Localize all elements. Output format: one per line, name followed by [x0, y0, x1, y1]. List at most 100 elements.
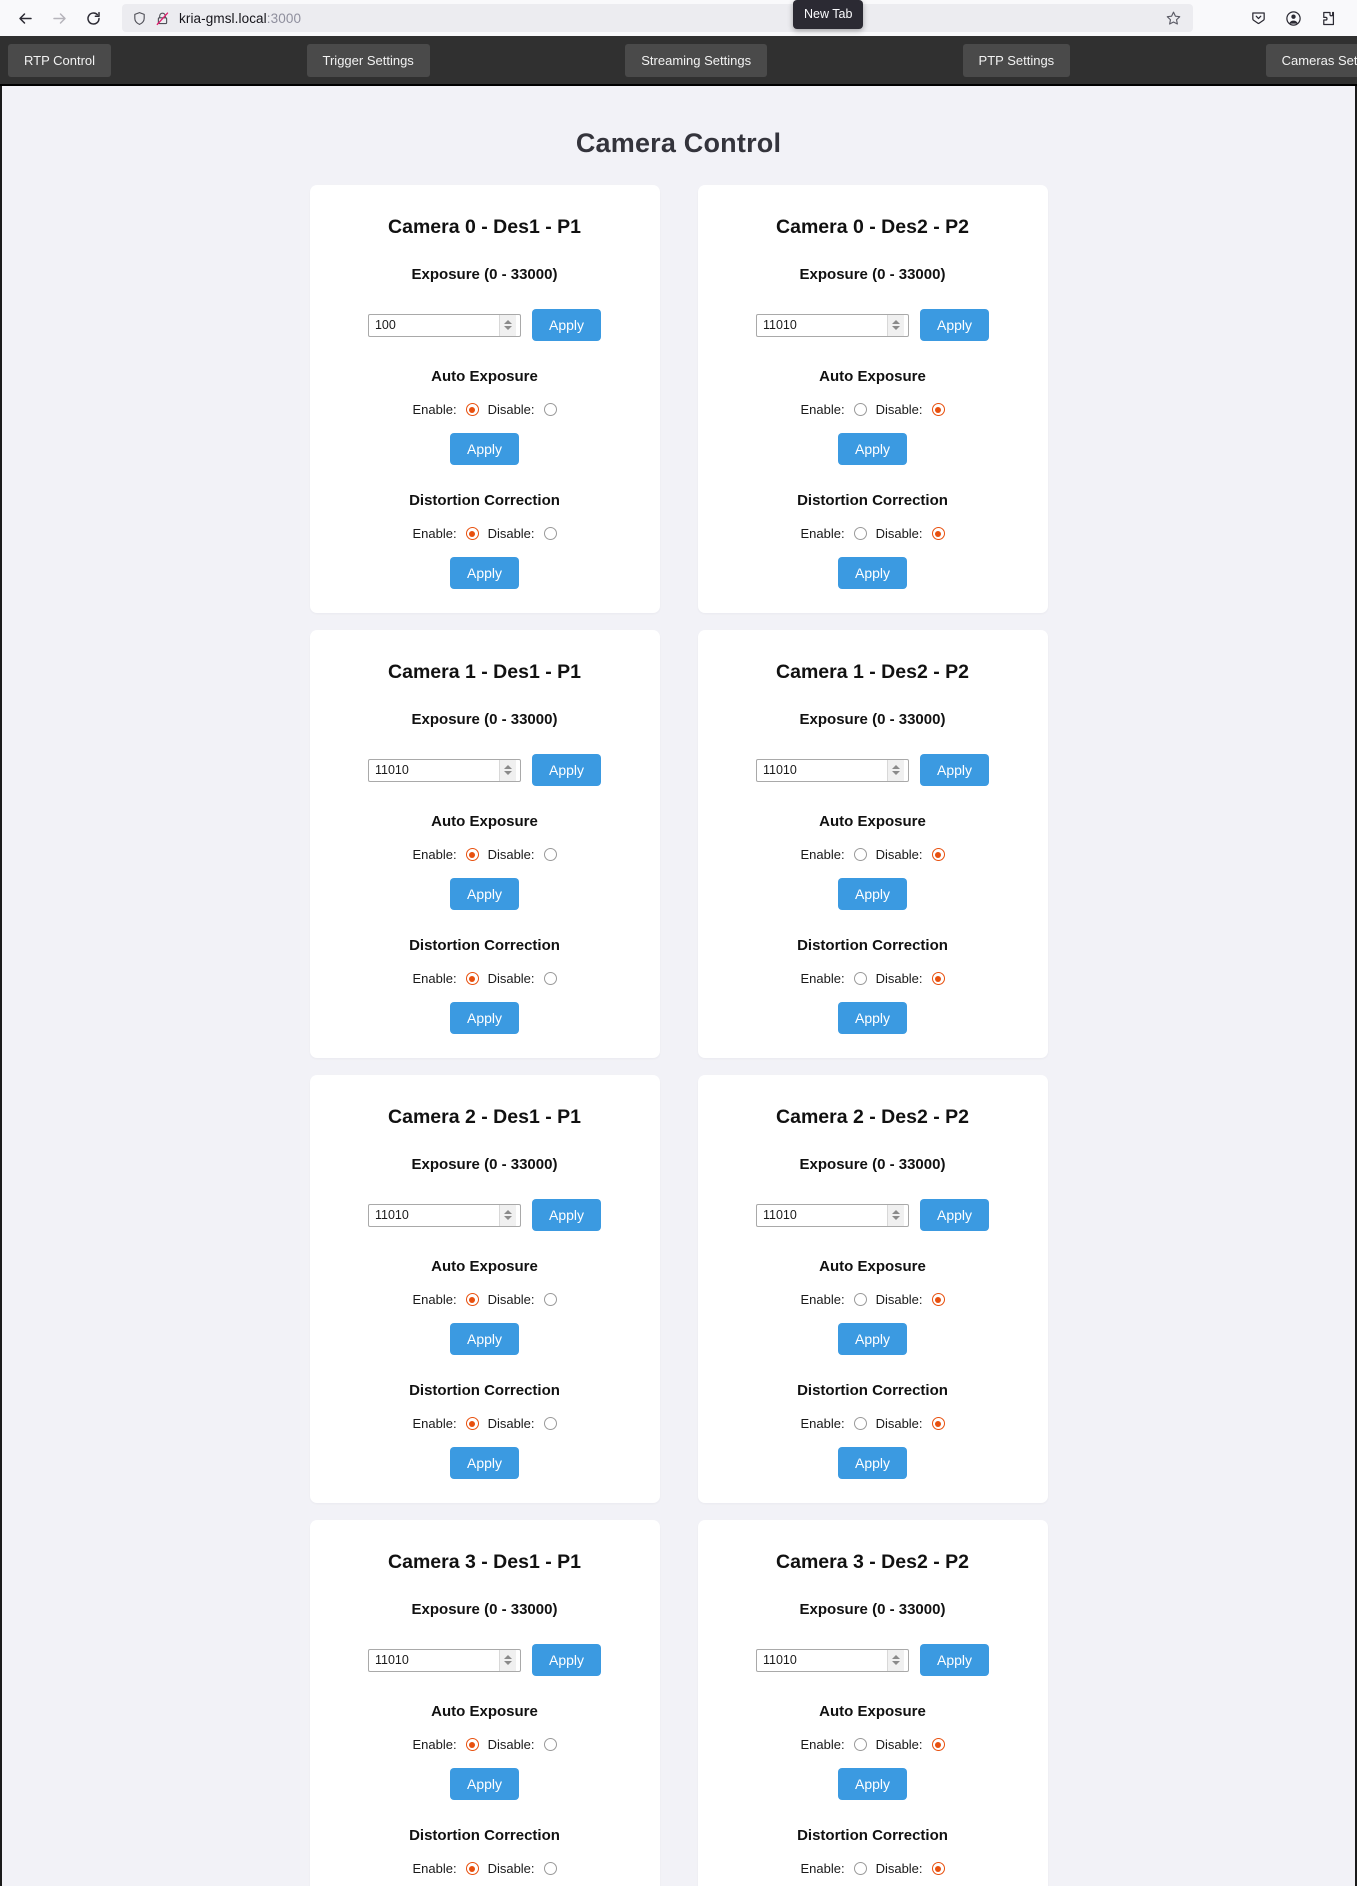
auto-exposure-disable-radio[interactable] [931, 403, 945, 416]
auto-exposure-apply-button[interactable]: Apply [449, 1768, 520, 1800]
back-icon[interactable] [10, 4, 40, 32]
exposure-input[interactable]: 11010 [755, 758, 909, 782]
stepper-down-icon[interactable] [891, 1216, 900, 1220]
exposure-apply-button[interactable]: Apply [531, 754, 602, 786]
exposure-apply-button[interactable]: Apply [531, 1644, 602, 1676]
exposure-input[interactable]: 11010 [755, 313, 909, 337]
nav-item-rtp-control[interactable]: RTP Control [8, 43, 112, 77]
distortion-disable-radio[interactable] [543, 1417, 557, 1430]
distortion-apply-button[interactable]: Apply [449, 1002, 520, 1034]
stepper-up-icon[interactable] [503, 320, 512, 324]
auto-exposure-enable-radio[interactable] [853, 1293, 867, 1306]
auto-exposure-disable-radio[interactable] [543, 848, 557, 861]
stepper-down-icon[interactable] [503, 1661, 512, 1665]
auto-exposure-disable-radio[interactable] [543, 1293, 557, 1306]
distortion-enable-radio[interactable] [853, 1417, 867, 1430]
lock-crossed-insecure-icon[interactable] [155, 11, 170, 26]
auto-exposure-enable-radio[interactable] [465, 1738, 479, 1751]
auto-exposure-apply-button[interactable]: Apply [837, 1768, 908, 1800]
exposure-input[interactable]: 11010 [367, 1648, 521, 1672]
distortion-apply-button[interactable]: Apply [449, 557, 520, 589]
stepper-down-icon[interactable] [891, 1661, 900, 1665]
star-icon[interactable] [1161, 6, 1185, 30]
stepper-up-icon[interactable] [503, 1655, 512, 1659]
exposure-input[interactable]: 100 [367, 313, 521, 337]
distortion-enable-radio[interactable] [465, 972, 479, 985]
exposure-apply-button[interactable]: Apply [919, 1199, 990, 1231]
auto-exposure-enable-radio[interactable] [853, 1738, 867, 1751]
stepper-up-icon[interactable] [891, 320, 900, 324]
exposure-stepper[interactable] [498, 1649, 516, 1671]
exposure-input[interactable]: 11010 [755, 1203, 909, 1227]
distortion-disable-radio[interactable] [543, 1862, 557, 1875]
distortion-apply-button[interactable]: Apply [837, 1447, 908, 1479]
exposure-input[interactable]: 11010 [367, 758, 521, 782]
distortion-disable-radio[interactable] [931, 972, 945, 985]
exposure-apply-button[interactable]: Apply [531, 309, 602, 341]
stepper-down-icon[interactable] [503, 771, 512, 775]
auto-exposure-disable-radio[interactable] [931, 848, 945, 861]
exposure-stepper[interactable] [886, 759, 904, 781]
exposure-stepper[interactable] [498, 759, 516, 781]
extensions-icon[interactable] [1315, 5, 1341, 31]
stepper-up-icon[interactable] [891, 1655, 900, 1659]
stepper-up-icon[interactable] [891, 765, 900, 769]
auto-exposure-enable-radio[interactable] [853, 403, 867, 416]
distortion-disable-radio[interactable] [931, 527, 945, 540]
distortion-disable-radio[interactable] [543, 972, 557, 985]
auto-exposure-apply-button[interactable]: Apply [837, 878, 908, 910]
exposure-stepper[interactable] [886, 314, 904, 336]
stepper-down-icon[interactable] [503, 1216, 512, 1220]
nav-item-cameras-settings[interactable]: Cameras Settings [1265, 43, 1357, 77]
exposure-input[interactable]: 11010 [367, 1203, 521, 1227]
reload-icon[interactable] [78, 4, 108, 32]
distortion-disable-radio[interactable] [931, 1417, 945, 1430]
auto-exposure-apply-button[interactable]: Apply [837, 1323, 908, 1355]
distortion-enable-radio[interactable] [465, 527, 479, 540]
distortion-apply-button[interactable]: Apply [837, 1002, 908, 1034]
auto-exposure-apply-button[interactable]: Apply [837, 433, 908, 465]
auto-exposure-enable-radio[interactable] [465, 848, 479, 861]
url-bar[interactable]: kria-gmsl.local:3000 [122, 4, 1193, 32]
exposure-stepper[interactable] [498, 314, 516, 336]
auto-exposure-disable-radio[interactable] [543, 1738, 557, 1751]
exposure-input[interactable]: 11010 [755, 1648, 909, 1672]
exposure-stepper[interactable] [886, 1649, 904, 1671]
stepper-down-icon[interactable] [891, 326, 900, 330]
stepper-up-icon[interactable] [891, 1210, 900, 1214]
nav-item-ptp-settings[interactable]: PTP Settings [962, 43, 1071, 77]
stepper-up-icon[interactable] [503, 765, 512, 769]
forward-icon[interactable] [44, 4, 74, 32]
auto-exposure-disable-radio[interactable] [931, 1738, 945, 1751]
shield-icon[interactable] [132, 11, 147, 26]
distortion-apply-button[interactable]: Apply [449, 1447, 520, 1479]
downloads-icon[interactable] [1245, 5, 1271, 31]
distortion-apply-button[interactable]: Apply [837, 557, 908, 589]
nav-item-trigger-settings[interactable]: Trigger Settings [306, 43, 430, 77]
exposure-apply-button[interactable]: Apply [919, 309, 990, 341]
auto-exposure-apply-button[interactable]: Apply [449, 878, 520, 910]
stepper-down-icon[interactable] [503, 326, 512, 330]
auto-exposure-enable-radio[interactable] [853, 848, 867, 861]
exposure-apply-button[interactable]: Apply [919, 754, 990, 786]
distortion-enable-radio[interactable] [853, 1862, 867, 1875]
distortion-enable-radio[interactable] [853, 527, 867, 540]
nav-item-streaming-settings[interactable]: Streaming Settings [625, 43, 768, 77]
distortion-disable-radio[interactable] [543, 527, 557, 540]
account-icon[interactable] [1280, 5, 1306, 31]
auto-exposure-enable-radio[interactable] [465, 1293, 479, 1306]
exposure-apply-button[interactable]: Apply [531, 1199, 602, 1231]
auto-exposure-enable-radio[interactable] [465, 403, 479, 416]
distortion-disable-radio[interactable] [931, 1862, 945, 1875]
exposure-stepper[interactable] [498, 1204, 516, 1226]
stepper-down-icon[interactable] [891, 771, 900, 775]
distortion-enable-radio[interactable] [465, 1417, 479, 1430]
auto-exposure-disable-radio[interactable] [931, 1293, 945, 1306]
stepper-up-icon[interactable] [503, 1210, 512, 1214]
auto-exposure-apply-button[interactable]: Apply [449, 1323, 520, 1355]
auto-exposure-apply-button[interactable]: Apply [449, 433, 520, 465]
exposure-stepper[interactable] [886, 1204, 904, 1226]
distortion-enable-radio[interactable] [853, 972, 867, 985]
auto-exposure-disable-radio[interactable] [543, 403, 557, 416]
distortion-enable-radio[interactable] [465, 1862, 479, 1875]
